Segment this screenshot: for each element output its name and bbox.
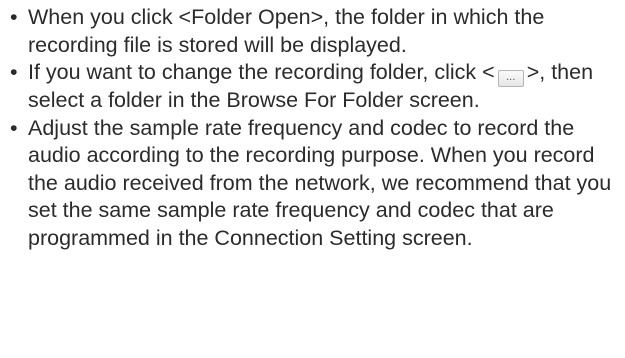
bullet-icon: • xyxy=(10,60,18,84)
list-item-text-before: If you want to change the recording fold… xyxy=(28,60,495,84)
list-item: • Adjust the sample rate frequency and c… xyxy=(8,115,620,253)
document-body: • When you click <Folder Open>, the fold… xyxy=(8,4,620,252)
list-item: • If you want to change the recording fo… xyxy=(8,59,620,115)
bullet-icon: • xyxy=(10,5,18,29)
bullet-icon: • xyxy=(10,115,18,140)
list-item: • When you click <Folder Open>, the fold… xyxy=(8,4,620,59)
list-item-text: When you click <Folder Open>, the folder… xyxy=(28,5,545,57)
browse-button-icon: ... xyxy=(497,70,524,87)
bullet-list: • When you click <Folder Open>, the fold… xyxy=(8,4,620,252)
list-item-text: Adjust the sample rate frequency and cod… xyxy=(28,115,612,250)
